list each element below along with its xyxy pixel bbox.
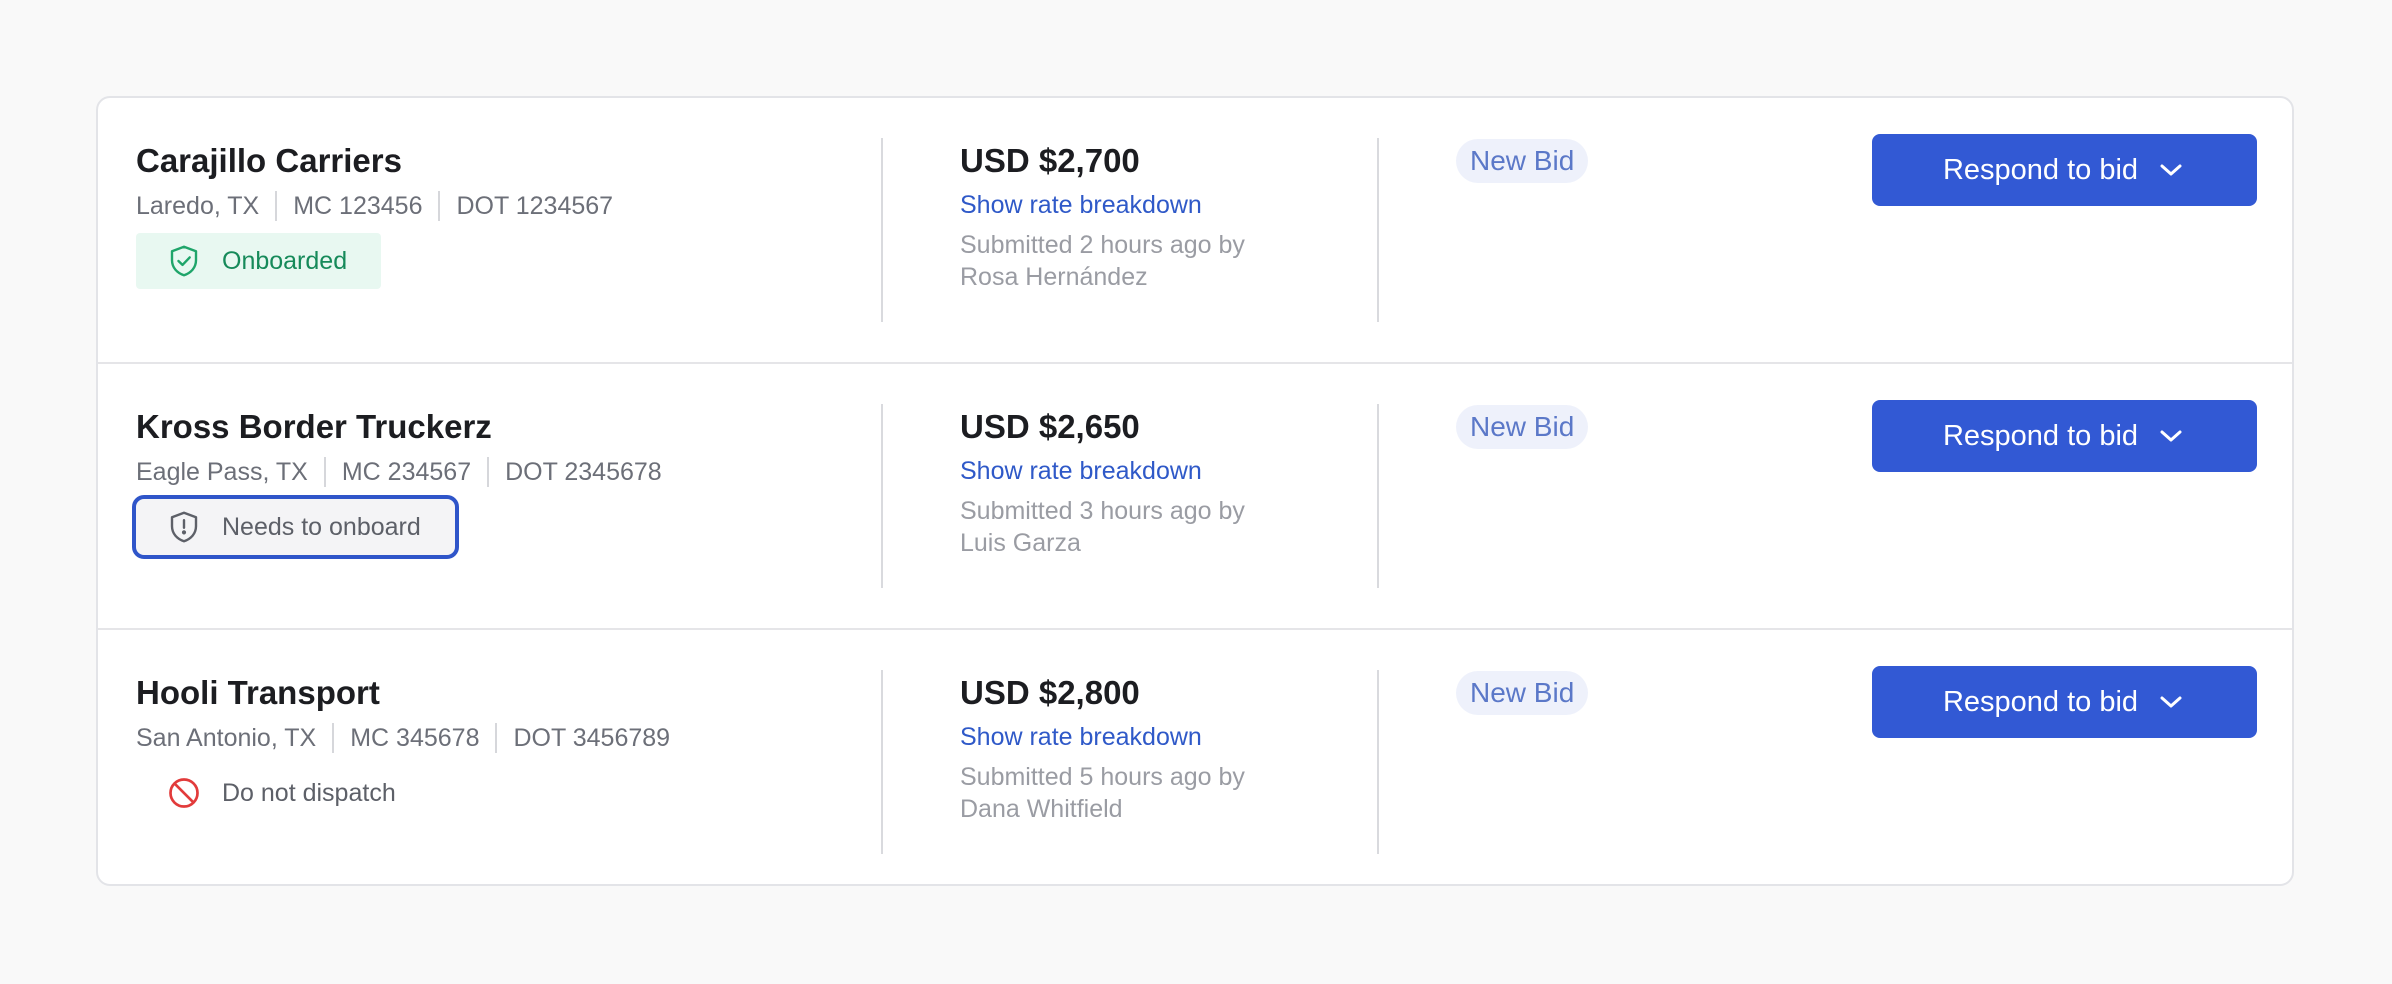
shield-check-icon: [166, 243, 202, 279]
carrier-info: Kross Border Truckerz Eagle Pass, TX MC …: [132, 407, 678, 559]
carrier-dot-number: DOT 2345678: [487, 457, 678, 487]
submitted-by: Luis Garza: [960, 529, 1081, 557]
bid-details: USD $2,650 Show rate breakdown Submitted…: [960, 407, 1280, 559]
show-rate-breakdown-link[interactable]: Show rate breakdown: [960, 721, 1280, 753]
carrier-mc-number: MC 345678: [332, 723, 495, 753]
carrier-dot-number: DOT 1234567: [438, 191, 629, 221]
carrier-info: Hooli Transport San Antonio, TX MC 34567…: [136, 673, 686, 821]
column-divider: [881, 670, 883, 854]
carrier-name: Hooli Transport: [136, 674, 380, 711]
respond-to-bid-button[interactable]: Respond to bid: [1872, 666, 2257, 738]
status-badge: Do not dispatch: [136, 765, 430, 821]
column-divider: [1377, 138, 1379, 322]
column-divider: [1377, 404, 1379, 588]
new-bid-tag: New Bid: [1456, 405, 1589, 449]
respond-to-bid-label: Respond to bid: [1942, 153, 2139, 186]
carrier-mc-number: MC 234567: [323, 457, 487, 487]
submitted-time: Submitted 2 hours ago by: [960, 231, 1245, 259]
respond-to-bid-button[interactable]: Respond to bid: [1872, 134, 2257, 206]
bid-details: USD $2,700 Show rate breakdown Submitted…: [960, 141, 1280, 293]
show-rate-breakdown-link[interactable]: Show rate breakdown: [960, 189, 1280, 221]
status-label: Do not dispatch: [222, 778, 396, 807]
column-divider: [881, 404, 883, 588]
carrier-location: Eagle Pass, TX: [136, 458, 308, 486]
submitted-by: Dana Whitfield: [960, 795, 1123, 823]
status-label: Needs to onboard: [222, 512, 421, 541]
carrier-dot-number: DOT 3456789: [495, 723, 686, 753]
carrier-location: San Antonio, TX: [136, 724, 317, 752]
bid-row: Hooli Transport San Antonio, TX MC 34567…: [98, 630, 2292, 884]
chevron-down-icon: [2156, 692, 2186, 712]
carrier-meta: San Antonio, TX MC 345678 DOT 3456789: [136, 723, 686, 753]
submitted-info: Submitted 5 hours ago by Dana Whitfield: [960, 761, 1280, 825]
bid-row: Kross Border Truckerz Eagle Pass, TX MC …: [98, 364, 2292, 630]
respond-to-bid-button[interactable]: Respond to bid: [1872, 400, 2257, 472]
bid-details: USD $2,800 Show rate breakdown Submitted…: [960, 673, 1280, 825]
respond-to-bid-label: Respond to bid: [1942, 419, 2139, 452]
bid-price: USD $2,800: [960, 674, 1140, 711]
submitted-time: Submitted 5 hours ago by: [960, 763, 1245, 791]
status-badge: Onboarded: [136, 233, 382, 289]
prohibited-icon: [166, 775, 202, 811]
carrier-name: Kross Border Truckerz: [136, 408, 492, 445]
respond-to-bid-label: Respond to bid: [1942, 685, 2139, 718]
status-label: Onboarded: [222, 246, 348, 275]
bid-row: Carajillo Carriers Laredo, TX MC 123456 …: [98, 98, 2292, 364]
submitted-time: Submitted 3 hours ago by: [960, 497, 1245, 525]
new-bid-tag: New Bid: [1456, 671, 1589, 715]
carrier-meta: Eagle Pass, TX MC 234567 DOT 2345678: [136, 457, 678, 487]
bid-price: USD $2,700: [960, 142, 1140, 179]
submitted-info: Submitted 3 hours ago by Luis Garza: [960, 495, 1280, 559]
bids-card: Carajillo Carriers Laredo, TX MC 123456 …: [96, 96, 2294, 886]
carrier-mc-number: MC 123456: [275, 191, 438, 221]
shield-alert-icon: [166, 509, 202, 545]
carrier-info: Carajillo Carriers Laredo, TX MC 123456 …: [136, 141, 629, 289]
status-badge[interactable]: Needs to onboard: [132, 495, 459, 559]
chevron-down-icon: [2156, 160, 2186, 180]
bid-price: USD $2,650: [960, 408, 1140, 445]
chevron-down-icon: [2156, 426, 2186, 446]
show-rate-breakdown-link[interactable]: Show rate breakdown: [960, 455, 1280, 487]
carrier-name: Carajillo Carriers: [136, 142, 402, 179]
column-divider: [881, 138, 883, 322]
new-bid-tag: New Bid: [1456, 139, 1589, 183]
carrier-location: Laredo, TX: [136, 192, 260, 220]
submitted-by: Rosa Hernández: [960, 263, 1148, 291]
carrier-meta: Laredo, TX MC 123456 DOT 1234567: [136, 191, 629, 221]
column-divider: [1377, 670, 1379, 854]
submitted-info: Submitted 2 hours ago by Rosa Hernández: [960, 229, 1280, 293]
